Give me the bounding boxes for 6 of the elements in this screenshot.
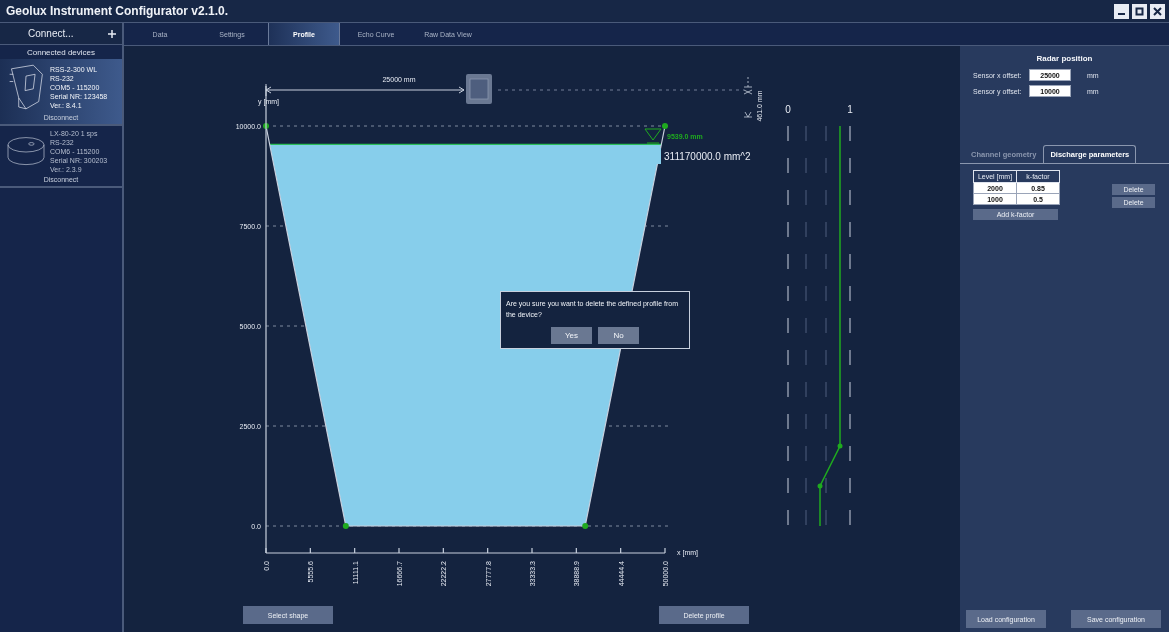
area-label: 311170000.0 mm^2	[664, 151, 751, 162]
meter-scale-label: 0	[785, 104, 791, 115]
meter-scale-label: 1	[847, 104, 853, 115]
window-title: Geolux Instrument Configurator v2.1.0.	[6, 4, 229, 18]
section-title: Connected devices	[25, 47, 96, 59]
panel-title: Radar position	[1035, 54, 1094, 63]
